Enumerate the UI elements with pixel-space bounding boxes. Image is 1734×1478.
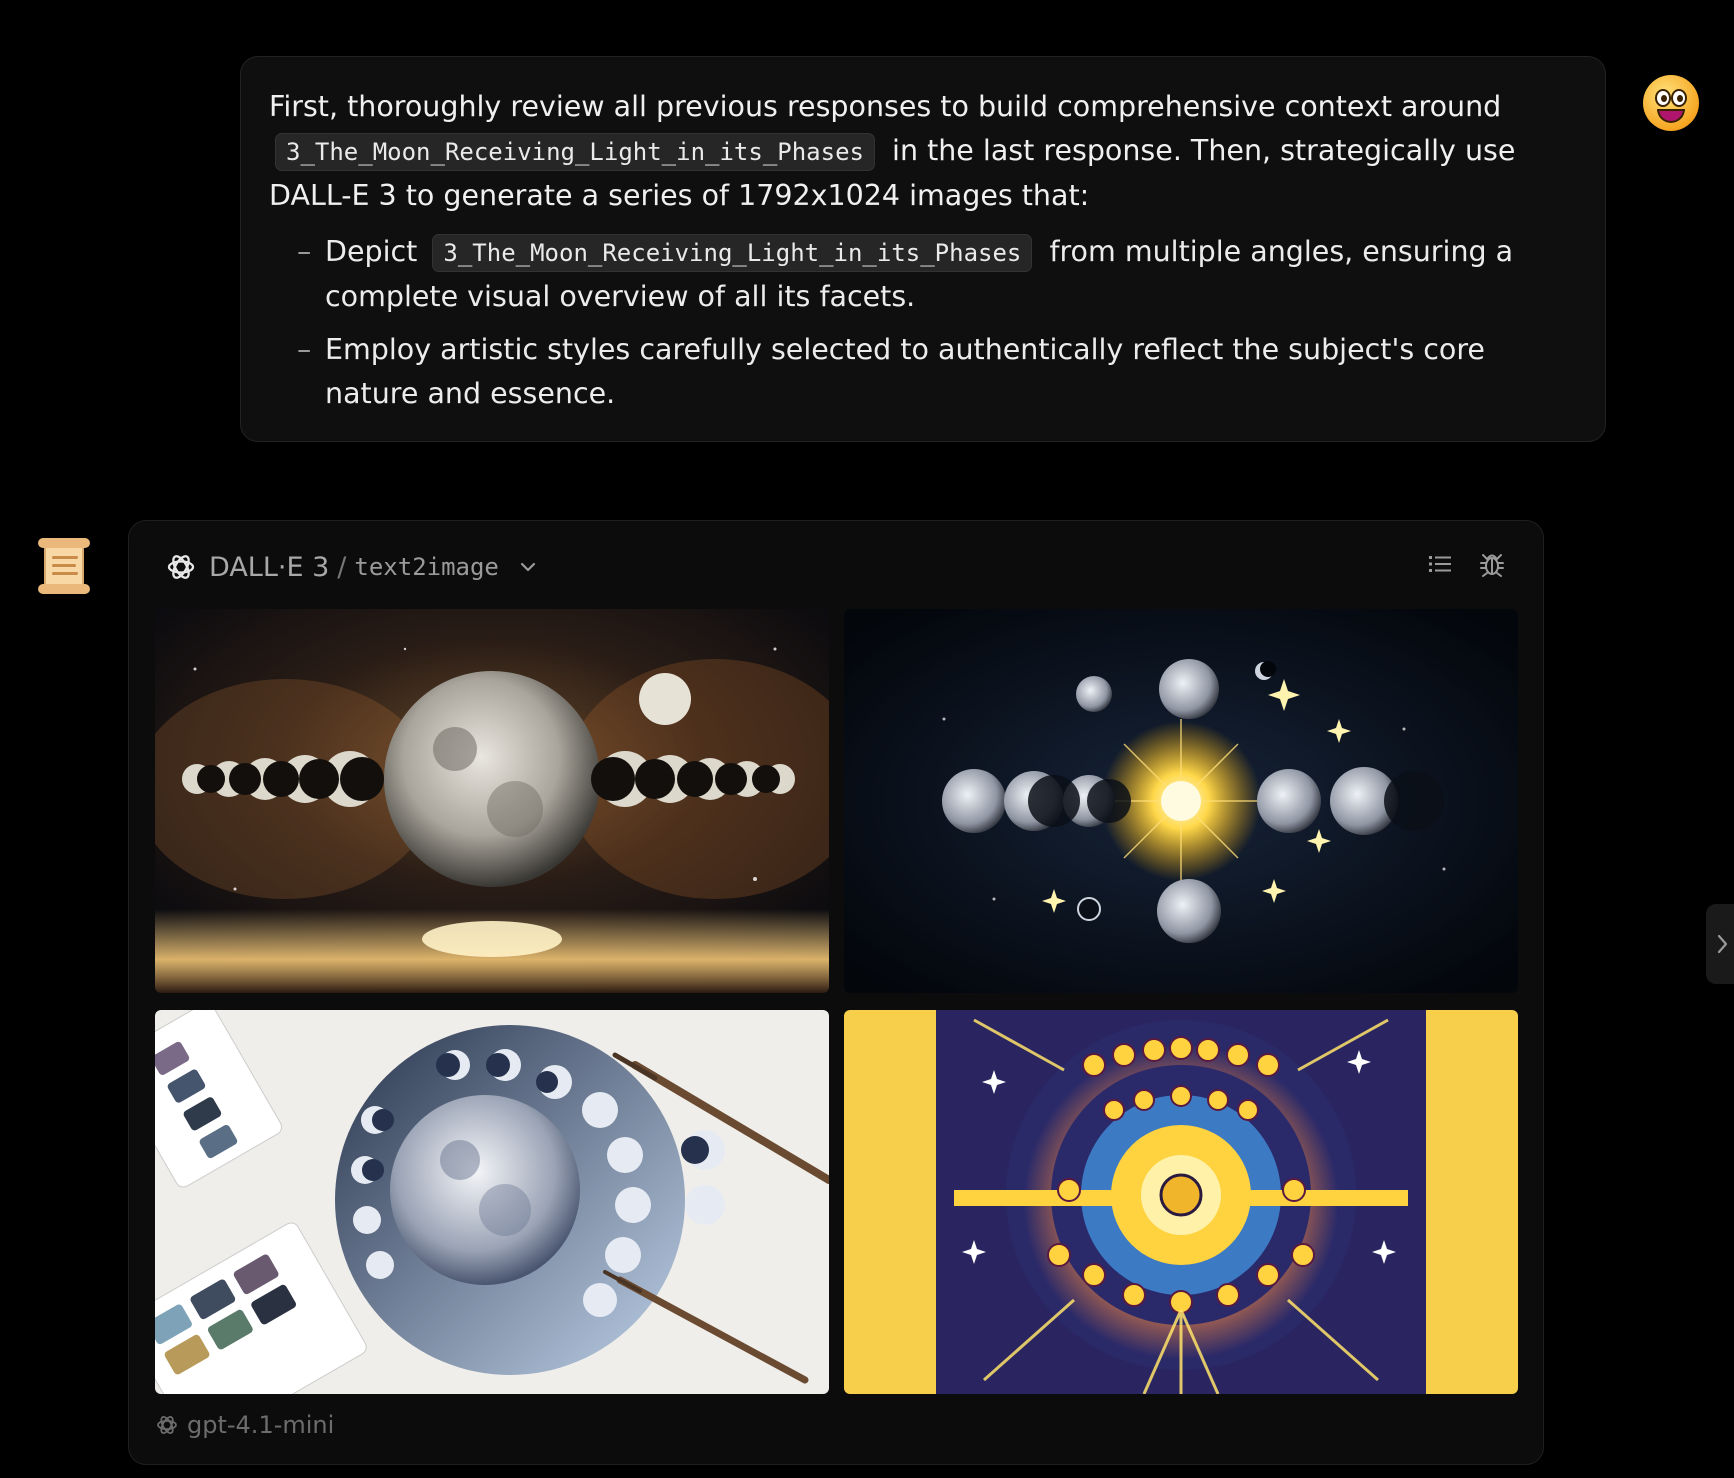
moon-phases-cosmic-image — [155, 609, 829, 993]
openai-logo-icon — [167, 555, 195, 579]
tool-subtitle: text2image — [354, 553, 499, 581]
bullet-dash: – — [297, 235, 312, 268]
bullet-text: Depict — [325, 235, 418, 268]
avatar-eye — [1671, 89, 1687, 107]
message-line-1: First, thoroughly review all previous re… — [269, 90, 1502, 123]
tool-result-card: DALL·E 3 / text2image gpt-4.1-mini — [128, 520, 1544, 1465]
tool-title: DALL·E 3 — [209, 551, 330, 583]
scroll-line — [52, 572, 78, 575]
generated-image-2[interactable] — [844, 609, 1518, 993]
scroll-line — [52, 556, 78, 559]
message-line-3: DALL-E 3 to generate a series of 1792x10… — [269, 179, 1090, 212]
chevron-right-icon — [1717, 934, 1728, 954]
scroll-roll-bottom — [38, 584, 90, 594]
moon-phases-orbit-image — [844, 609, 1518, 993]
message-line-2: in the last response. Then, strategicall… — [892, 134, 1516, 167]
bullet-item: – Depict 3_The_Moon_Receiving_Light_in_i… — [297, 230, 1577, 319]
scroll-icon — [36, 538, 92, 596]
model-name: gpt-4.1-mini — [187, 1411, 335, 1439]
bullet-item: – Employ artistic styles carefully selec… — [297, 328, 1577, 416]
user-avatar[interactable] — [1643, 75, 1699, 131]
generated-image-3[interactable] — [155, 1010, 829, 1394]
chevron-down-icon[interactable] — [517, 556, 539, 578]
tool-separator: / — [337, 551, 347, 583]
avatar-eye — [1655, 89, 1671, 107]
bullet-list: – Depict 3_The_Moon_Receiving_Light_in_i… — [269, 230, 1577, 416]
bullet-text: Employ artistic styles carefully selecte… — [325, 333, 1485, 410]
openai-logo-icon — [157, 1416, 177, 1434]
list-icon[interactable] — [1425, 549, 1455, 579]
inline-code-chip: 3_The_Moon_Receiving_Light_in_its_Phases — [432, 234, 1033, 272]
tool-actions — [1425, 549, 1507, 579]
generated-image-4[interactable] — [844, 1010, 1518, 1394]
user-message-card: First, thoroughly review all previous re… — [240, 56, 1606, 442]
scroll-roll-top — [38, 538, 90, 548]
scroll-line — [52, 564, 76, 567]
generated-image-1[interactable] — [155, 609, 829, 993]
tool-header[interactable]: DALL·E 3 / text2image — [165, 547, 539, 587]
side-panel-toggle[interactable] — [1706, 904, 1734, 984]
model-footer: gpt-4.1-mini — [155, 1411, 334, 1439]
inline-code-chip: 3_The_Moon_Receiving_Light_in_its_Phases — [275, 133, 875, 171]
moon-phases-watercolor-image — [155, 1010, 829, 1394]
moon-phases-retro-poster-image — [844, 1010, 1518, 1394]
bullet-dash: – — [297, 333, 312, 366]
avatar-mouth — [1657, 109, 1685, 123]
bug-icon[interactable] — [1477, 549, 1507, 579]
user-message-text: First, thoroughly review all previous re… — [269, 85, 1577, 218]
